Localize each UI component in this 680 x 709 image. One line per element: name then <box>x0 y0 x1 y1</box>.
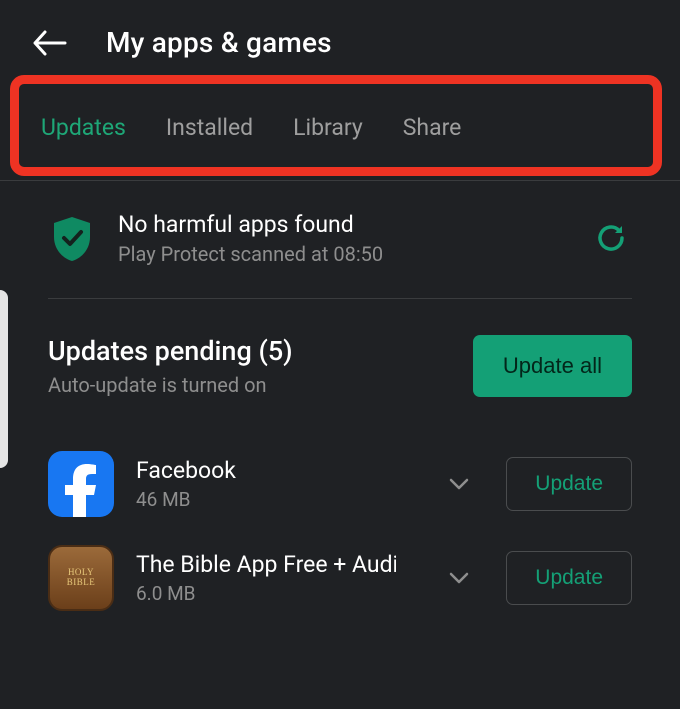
app-row[interactable]: Facebook 46 MB Update <box>48 437 632 531</box>
shield-check-icon <box>50 215 94 263</box>
header: My apps & games <box>0 0 680 75</box>
app-row[interactable]: HOLY BIBLE The Bible App Free + Audio, O… <box>48 531 632 625</box>
play-protect-row[interactable]: No harmful apps found Play Protect scann… <box>0 181 680 290</box>
play-protect-title: No harmful apps found <box>118 211 570 238</box>
updates-pending-title: Updates pending (5) <box>48 335 293 367</box>
facebook-f-icon <box>62 463 100 517</box>
refresh-button[interactable] <box>594 221 630 257</box>
update-all-button[interactable]: Update all <box>473 335 632 397</box>
refresh-icon <box>594 221 628 255</box>
app-icon-bible: HOLY BIBLE <box>48 545 114 611</box>
tab-updates[interactable]: Updates <box>41 114 126 141</box>
expand-button[interactable] <box>446 565 472 591</box>
app-icon-facebook <box>48 451 114 517</box>
tab-installed[interactable]: Installed <box>166 114 253 141</box>
expand-button[interactable] <box>446 471 472 497</box>
system-edge-gesture-pill <box>0 290 8 468</box>
chevron-down-icon <box>446 565 472 591</box>
play-protect-text: No harmful apps found Play Protect scann… <box>118 211 570 266</box>
app-list: Facebook 46 MB Update HOLY BIBLE The Bib… <box>0 407 680 625</box>
bible-icon-line2: BIBLE <box>67 578 96 588</box>
tab-bar: Updates Installed Library Share <box>41 114 631 141</box>
play-protect-subtitle: Play Protect scanned at 08:50 <box>118 242 570 266</box>
app-size: 46 MB <box>136 488 424 511</box>
app-name: Facebook <box>136 457 396 484</box>
app-info: The Bible App Free + Audio, O 6.0 MB <box>136 551 424 605</box>
arrow-left-icon <box>31 28 67 58</box>
auto-update-subtitle: Auto-update is turned on <box>48 373 293 397</box>
updates-pending-row: Updates pending (5) Auto-update is turne… <box>0 299 680 407</box>
chevron-down-icon <box>446 471 472 497</box>
app-size: 6.0 MB <box>136 582 424 605</box>
back-button[interactable] <box>30 27 68 59</box>
app-info: Facebook 46 MB <box>136 457 424 511</box>
app-name: The Bible App Free + Audio, O <box>136 551 396 578</box>
tabs-highlight-box: Updates Installed Library Share <box>10 75 662 176</box>
page-title: My apps & games <box>106 26 332 59</box>
update-button[interactable]: Update <box>506 551 632 605</box>
tab-share[interactable]: Share <box>403 114 462 141</box>
tab-library[interactable]: Library <box>293 114 363 141</box>
update-button[interactable]: Update <box>506 457 632 511</box>
